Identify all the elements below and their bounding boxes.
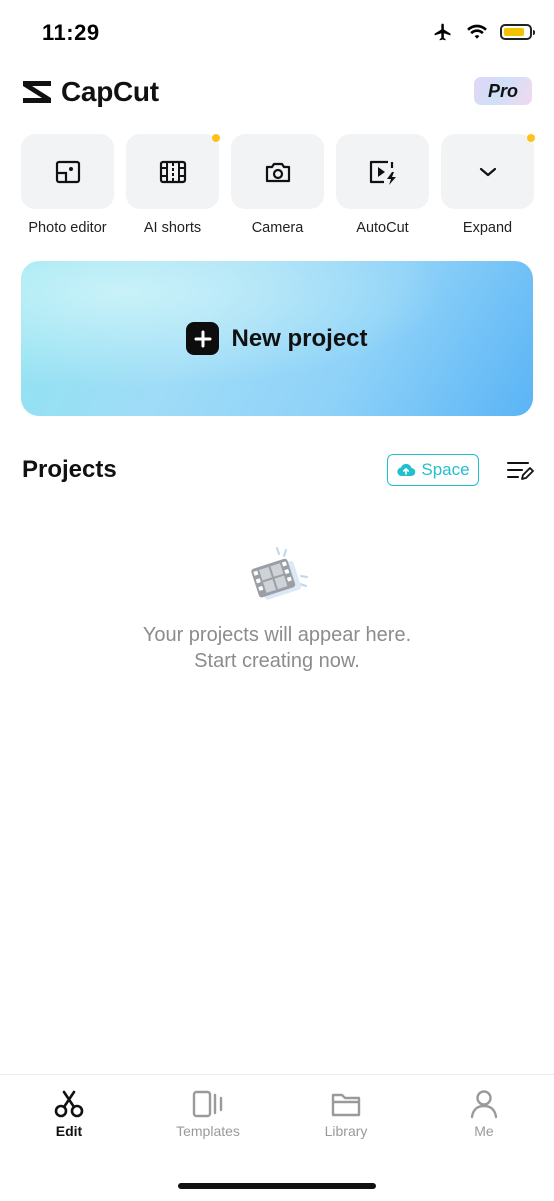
photo-editor-icon	[55, 160, 80, 183]
tool-camera[interactable]: Camera	[231, 134, 324, 236]
nav-label: Me	[474, 1123, 494, 1139]
nav-label: Library	[324, 1123, 368, 1139]
autocut-icon	[369, 160, 396, 185]
pro-badge[interactable]: Pro	[474, 77, 532, 105]
tool-label: AI shorts	[143, 220, 202, 236]
nav-me[interactable]: Me	[424, 1089, 544, 1139]
ai-shorts-icon	[159, 160, 186, 183]
cloud-upload-icon	[397, 463, 416, 477]
empty-state-line2: Start creating now.	[194, 650, 360, 672]
capcut-logo: CapCut	[21, 76, 159, 108]
space-label: Space	[421, 460, 470, 479]
home-indicator	[178, 1183, 376, 1189]
bottom-nav: Edit Templates Library Me	[0, 1074, 554, 1201]
nav-library[interactable]: Library	[286, 1089, 406, 1139]
film-illustration-icon	[251, 547, 308, 600]
capcut-logo-icon	[23, 81, 51, 103]
empty-state-text: Your projects will appear here. Start cr…	[0, 622, 554, 674]
tool-autocut-box[interactable]	[336, 134, 429, 209]
airplane-icon	[434, 23, 451, 41]
wifi-icon	[467, 24, 487, 39]
tool-photo-editor[interactable]: Photo editor	[21, 134, 114, 236]
tool-expand-box[interactable]	[441, 134, 535, 209]
projects-title: Projects	[22, 456, 117, 483]
nav-label: Templates	[176, 1123, 240, 1139]
camera-icon	[265, 162, 290, 182]
templates-icon	[192, 1090, 223, 1118]
plus-icon	[186, 322, 220, 355]
tool-autocut[interactable]: AutoCut	[336, 134, 429, 236]
new-project-label: New project	[231, 324, 368, 352]
new-project-button[interactable]: New project	[21, 261, 533, 416]
tool-label: Camera	[251, 220, 304, 236]
chevron-down-icon	[479, 167, 496, 176]
tools-row: Photo editor AI shorts Camera AutoCut Ex…	[21, 134, 535, 236]
tool-label: Expand	[462, 220, 513, 236]
tool-ai-shorts[interactable]: AI shorts	[126, 134, 220, 236]
empty-state-line1: Your projects will appear here.	[142, 624, 412, 646]
scissors-icon	[54, 1090, 84, 1118]
app-name: CapCut	[61, 76, 159, 107]
battery-icon	[500, 24, 535, 40]
tool-label: Photo editor	[28, 220, 107, 236]
tool-camera-box[interactable]	[231, 134, 324, 209]
new-badge-dot	[212, 134, 220, 142]
new-badge-dot	[527, 134, 535, 142]
nav-edit[interactable]: Edit	[9, 1089, 129, 1139]
nav-label: Edit	[55, 1123, 83, 1139]
tool-label: AutoCut	[356, 220, 409, 236]
status-time: 11:29	[42, 20, 100, 45]
status-icons	[432, 22, 535, 42]
nav-templates[interactable]: Templates	[148, 1089, 268, 1139]
folder-icon	[331, 1093, 361, 1117]
space-button[interactable]: Space	[387, 454, 479, 486]
person-icon	[470, 1090, 498, 1119]
tool-expand[interactable]: Expand	[441, 134, 535, 236]
edit-list-icon[interactable]	[506, 459, 534, 483]
tool-ai-shorts-box[interactable]	[126, 134, 220, 209]
tool-photo-editor-box[interactable]	[21, 134, 114, 209]
